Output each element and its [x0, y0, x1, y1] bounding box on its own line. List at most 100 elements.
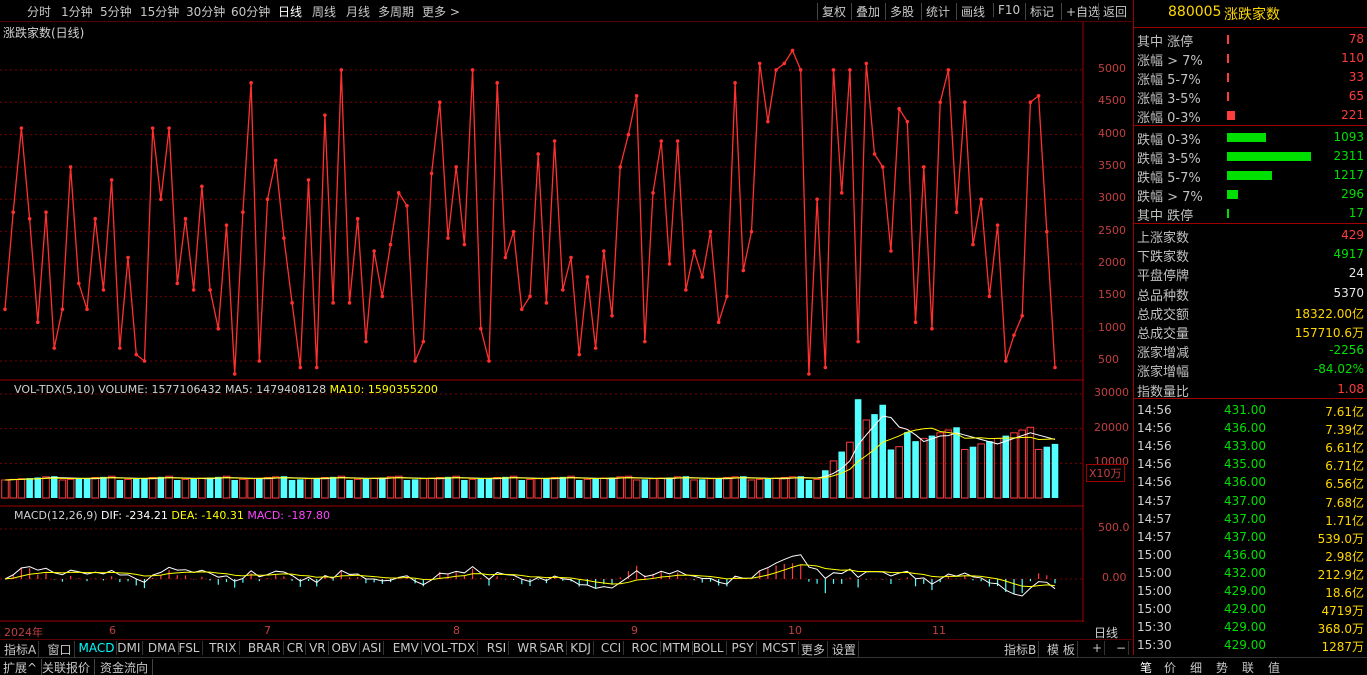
- panel-tab[interactable]: 笔: [1140, 659, 1152, 675]
- up-row: 涨幅 5-7% 33: [1134, 68, 1367, 88]
- tick-row[interactable]: 14:57 437.00 539.0万: [1134, 528, 1367, 546]
- toolbar-button[interactable]: 叠加: [851, 3, 880, 20]
- indicator-right-button[interactable]: 模 板: [1045, 641, 1078, 658]
- panel-tab[interactable]: 细: [1190, 659, 1202, 675]
- tick-price: 437.00: [1224, 529, 1266, 544]
- volume-bar: [993, 437, 1002, 499]
- toolbar-button[interactable]: +自选: [1061, 3, 1100, 20]
- indicator-tab[interactable]: 指标A: [2, 641, 40, 658]
- indicator-tab[interactable]: KDJ: [568, 641, 594, 655]
- indicator-tab[interactable]: TRIX: [207, 641, 240, 655]
- panel-tab[interactable]: 价: [1164, 659, 1176, 675]
- indicator-tab[interactable]: FSL: [177, 641, 203, 655]
- tick-row[interactable]: 15:00 432.00 212.9亿: [1134, 564, 1367, 582]
- period-tab[interactable]: 15分钟: [140, 3, 179, 20]
- period-tab[interactable]: 30分钟: [186, 3, 225, 20]
- tick-row[interactable]: 15:30 429.00 1287万: [1134, 636, 1367, 654]
- indicator-tab[interactable]: RSI: [485, 641, 510, 655]
- tick-row[interactable]: 14:57 437.00 1.71亿: [1134, 510, 1367, 528]
- data-point: [643, 339, 647, 344]
- toolbar-button[interactable]: 标记: [1025, 3, 1054, 20]
- tick-row[interactable]: 14:56 436.00 6.56亿: [1134, 473, 1367, 491]
- indicator-tab[interactable]: DMA: [146, 641, 179, 655]
- panel-tab[interactable]: 联: [1242, 659, 1254, 675]
- indicator-tab[interactable]: DMI: [115, 641, 144, 655]
- period-tab[interactable]: 多周期: [378, 3, 414, 20]
- indicator-tab[interactable]: BOLL: [691, 641, 727, 655]
- tick-row[interactable]: 14:56 436.00 7.39亿: [1134, 419, 1367, 437]
- period-tab[interactable]: 日线: [278, 3, 302, 20]
- indicator-tab[interactable]: ASI: [360, 641, 385, 655]
- tick-time: 14:56: [1137, 421, 1172, 436]
- indicator-tab[interactable]: MACD: [77, 641, 118, 655]
- x-axis-label: 9: [631, 624, 638, 637]
- volume-bar: [673, 476, 682, 499]
- indicator-tab[interactable]: SAR: [538, 641, 568, 655]
- indicator-tab[interactable]: VR: [307, 641, 329, 655]
- footer-button[interactable]: 关联报价: [42, 659, 96, 675]
- volume-bar: [543, 478, 550, 498]
- indicator-right-button[interactable]: 指标B: [1002, 641, 1040, 658]
- period-tab[interactable]: 1分钟: [61, 3, 93, 20]
- data-point: [249, 81, 253, 85]
- toolbar-button[interactable]: 返回: [1098, 3, 1127, 20]
- stat-row: 平盘停牌 24: [1134, 264, 1367, 284]
- indicator-tab[interactable]: EMV: [391, 641, 422, 655]
- indicator-tab[interactable]: 设置: [830, 641, 859, 658]
- chart-area[interactable]: 涨跌家数(日线) VOL-TDX(5,10) VOLUME: 157710643…: [0, 22, 1084, 639]
- data-point: [52, 346, 57, 350]
- footer-button[interactable]: 资金流向: [100, 659, 154, 675]
- period-tab[interactable]: 更多 >: [422, 3, 460, 20]
- footer-button[interactable]: 扩展^: [3, 659, 43, 675]
- up-row: 涨幅 0-3% 221: [1134, 106, 1367, 126]
- period-tab[interactable]: 月线: [346, 3, 370, 20]
- indicator-tab[interactable]: MTM: [660, 641, 694, 655]
- tick-row[interactable]: 15:00 429.00 4719万: [1134, 600, 1367, 618]
- indicator-right-button[interactable]: −: [1114, 641, 1130, 655]
- up-row: 其中 涨停 78: [1134, 30, 1367, 50]
- toolbar-button[interactable]: F10: [993, 3, 1020, 17]
- volume-bar: [124, 478, 132, 499]
- stat-row: 涨家增减 -2256: [1134, 341, 1367, 361]
- toolbar-button[interactable]: 多股: [885, 3, 914, 20]
- volume-bar: [953, 427, 960, 498]
- toolbar-button[interactable]: 复权: [817, 3, 846, 20]
- indicator-tab[interactable]: OBV: [330, 641, 361, 655]
- volume-bar: [83, 478, 91, 498]
- tick-row[interactable]: 14:56 431.00 7.61亿: [1134, 401, 1367, 419]
- panel-tab[interactable]: 势: [1216, 659, 1228, 675]
- indicator-right-button[interactable]: +: [1090, 641, 1106, 655]
- panel-tab[interactable]: 值: [1268, 659, 1280, 675]
- indicator-tab[interactable]: PSY: [730, 641, 757, 655]
- indicator-tab[interactable]: MCST: [760, 641, 799, 655]
- chart-canvas[interactable]: [0, 22, 1084, 622]
- volume-bar: [936, 432, 944, 499]
- tick-row[interactable]: 14:56 433.00 6.61亿: [1134, 437, 1367, 455]
- indicator-tab[interactable]: VOL-TDX: [421, 641, 479, 655]
- indicator-tab[interactable]: 窗口: [46, 641, 75, 658]
- indicator-tab[interactable]: BRAR: [246, 641, 284, 655]
- tick-row[interactable]: 14:57 437.00 7.68亿: [1134, 492, 1367, 510]
- data-point: [659, 139, 664, 143]
- stat-label: 指数量比: [1137, 384, 1190, 400]
- toolbar-button[interactable]: 统计: [921, 3, 950, 20]
- down-row: 跌幅 > 7% 296: [1134, 185, 1367, 205]
- indicator-tab[interactable]: ROC: [630, 641, 661, 655]
- period-tab[interactable]: 周线: [312, 3, 336, 20]
- indicator-tab[interactable]: CCI: [599, 641, 625, 655]
- macd-legend: MACD(12,26,9) DIF: -234.21 DEA: -140.31 …: [14, 509, 330, 522]
- indicator-tab[interactable]: CR: [285, 641, 307, 655]
- volume-bar: [600, 477, 608, 499]
- period-tab[interactable]: 5分钟: [100, 3, 132, 20]
- period-tab[interactable]: 分时: [27, 3, 51, 20]
- volume-bar: [419, 478, 428, 499]
- volume-ma10: MA10: 1590355200: [329, 383, 438, 396]
- volume-bar: [468, 478, 477, 499]
- period-tab[interactable]: 60分钟: [231, 3, 270, 20]
- indicator-tab[interactable]: 更多: [799, 641, 828, 658]
- tick-row[interactable]: 15:00 436.00 2.98亿: [1134, 546, 1367, 564]
- toolbar-button[interactable]: 画线: [956, 3, 985, 20]
- tick-row[interactable]: 14:56 435.00 6.71亿: [1134, 455, 1367, 473]
- tick-row[interactable]: 15:00 429.00 18.6亿: [1134, 582, 1367, 600]
- tick-row[interactable]: 15:30 429.00 368.0万: [1134, 618, 1367, 636]
